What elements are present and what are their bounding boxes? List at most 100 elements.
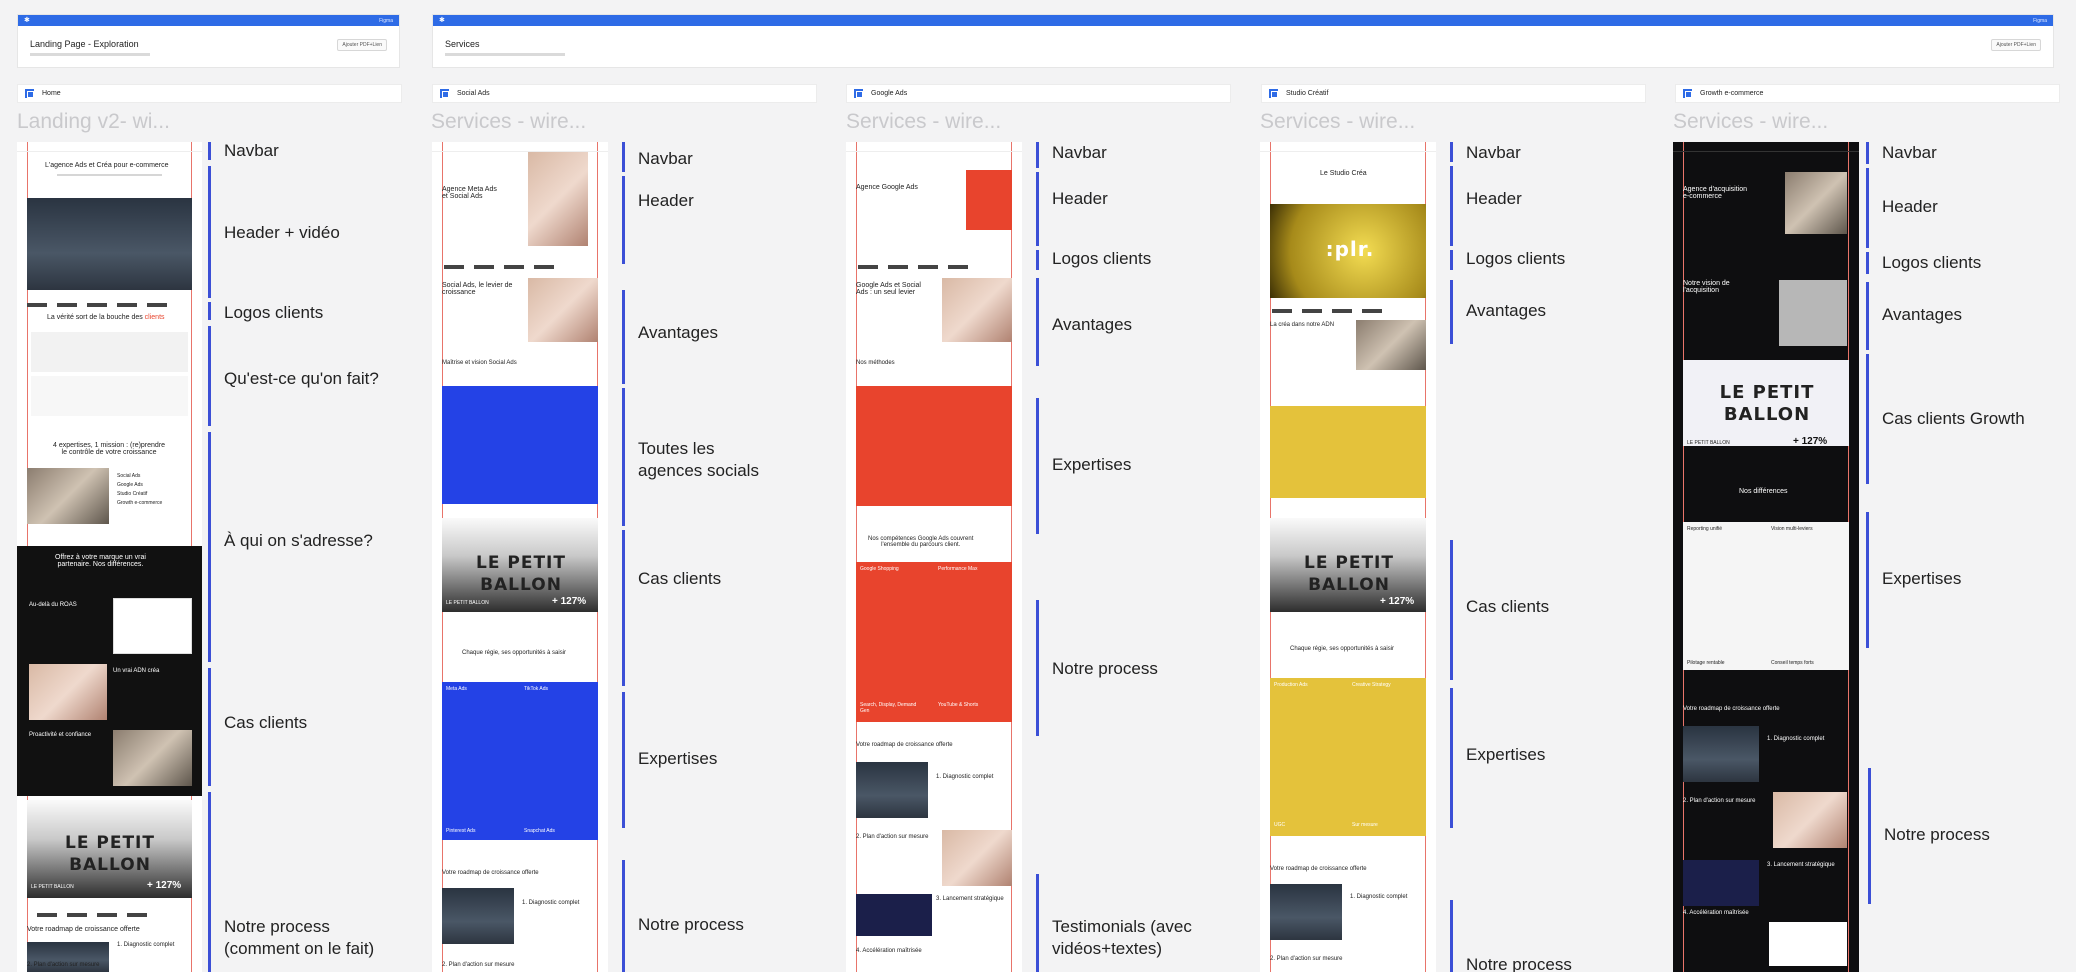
wireframe-studio[interactable]: Le Studio Créa :plr. La créa dans notre … <box>1260 142 1436 972</box>
step-photo <box>1773 792 1847 848</box>
hero-title: L'agence Ads et Créa pour e-commerce <box>45 162 169 169</box>
frame-title[interactable]: Services - wire... <box>431 110 586 134</box>
roadmap-title: Votre roadmap de croissance offerte <box>27 926 140 933</box>
section-mini-label: Figma <box>2033 18 2047 24</box>
tile-production[interactable]: Production Ads <box>1274 682 1308 688</box>
mission-title: 4 expertises, 1 mission : (re)prendre le… <box>53 442 166 456</box>
adn-photo <box>1356 320 1426 370</box>
tile-ugc[interactable]: UGC <box>1274 822 1285 828</box>
wireframe-social[interactable]: Agence Meta Ads et Social Ads Social Ads… <box>432 142 608 972</box>
step-4: 4. Accélération maîtrisée <box>856 948 922 954</box>
tile-pilotage[interactable]: Pilotage rentable <box>1687 660 1725 666</box>
hero-title: Le Studio Créa <box>1320 170 1367 177</box>
logo-strip <box>1272 300 1436 313</box>
wireframe-google[interactable]: Agence Google Ads Google Ads et Social A… <box>846 142 1022 972</box>
frame-icon <box>1683 89 1692 98</box>
step-2: 2. Plan d'action sur mesure <box>27 962 100 968</box>
tile-pinterest[interactable]: Pinterest Ads <box>446 828 475 834</box>
studio-brand: :plr. <box>1325 237 1375 261</box>
levier-photo <box>942 278 1012 342</box>
chart-card <box>113 598 192 654</box>
tile-search[interactable]: Search, Display, Demand Gen <box>860 702 916 714</box>
case-label: LE PETIT BALLON <box>1687 440 1730 446</box>
section-card-services[interactable]: ✱ Figma Services Ajouter PDF+Lien <box>432 14 2054 68</box>
frame-header-home[interactable]: Home <box>17 84 402 103</box>
tile-snapchat[interactable]: Snapchat Ads <box>524 828 555 834</box>
studio-tiles <box>1270 678 1426 836</box>
tile-sur-mesure[interactable]: Sur mesure <box>1352 822 1378 828</box>
reviews-grid <box>31 376 188 416</box>
navbar[interactable] <box>17 144 202 152</box>
frame-header-studio[interactable]: Studio Créatif <box>1261 84 1646 103</box>
frame-title[interactable]: Landing v2- wi... <box>17 110 170 134</box>
hero-title: Agence Google Ads <box>856 184 918 191</box>
frame-title[interactable]: Services - wire... <box>846 110 1001 134</box>
tile-pmax[interactable]: Performance Max <box>938 566 977 572</box>
levier-title: Social Ads, le levier de croissance <box>442 282 513 296</box>
wireframe-home[interactable]: L'agence Ads et Créa pour e-commerce La … <box>17 142 202 972</box>
case-stat: + 127% <box>147 880 182 891</box>
step-photo <box>1270 884 1342 940</box>
google-tiles <box>856 562 1012 722</box>
proactivite-title: Proactivité et confiance <box>29 732 92 738</box>
frame-header-social[interactable]: Social Ads <box>432 84 817 103</box>
adn-title: La créa dans notre ADN <box>1270 322 1335 328</box>
frame-header-growth[interactable]: Growth e-commerce <box>1675 84 2060 103</box>
tile-shopping[interactable]: Google Shopping <box>860 566 899 572</box>
regie-title: Chaque régie, ses opportunités à saisir <box>462 650 567 656</box>
agencies-grid <box>442 386 598 504</box>
roadmap-title: Votre roadmap de croissance offerte <box>442 870 539 876</box>
case-stat: + 127% <box>1793 436 1828 447</box>
hero-visual <box>966 170 1012 230</box>
hero-video[interactable] <box>27 198 192 290</box>
navbar[interactable] <box>432 144 608 152</box>
section-bar: ✱ Figma <box>18 15 399 26</box>
regie-title: Chaque régie, ses opportunités à saisir <box>1290 646 1395 652</box>
tile-youtube[interactable]: YouTube & Shorts <box>938 702 978 708</box>
section-subtitle <box>30 53 150 56</box>
navbar[interactable] <box>1673 144 1859 152</box>
roadmap-title: Votre roadmap de croissance offerte <box>1270 866 1367 872</box>
section-card-landing[interactable]: ✱ Figma Landing Page - Exploration Ajoute… <box>17 14 400 68</box>
bouche-title: La vérité sort de la bouche des clients <box>47 314 165 321</box>
frame-header-google[interactable]: Google Ads <box>846 84 1231 103</box>
step-photo <box>442 888 514 944</box>
case-label: LE PETIT BALLON <box>446 600 489 606</box>
adn-title: Un vrai ADN créa <box>113 668 160 674</box>
frame-title[interactable]: Services - wire... <box>1260 110 1415 134</box>
frame-icon <box>854 89 863 98</box>
step-photo <box>942 830 1012 886</box>
step-2: 2. Plan d'action sur mesure <box>442 962 515 968</box>
navbar[interactable] <box>1260 144 1436 152</box>
hero-title: Agence d'acquisition e-commerce <box>1683 186 1747 200</box>
step-1: 1. Diagnostic complet <box>1350 894 1408 900</box>
tile-meta[interactable]: Meta Ads <box>446 686 467 692</box>
section-bar: ✱ Figma <box>433 15 2053 26</box>
hero-visual <box>1785 172 1847 234</box>
vision-title: Maîtrise et vision Social Ads <box>442 360 517 366</box>
vision-title: Notre vision de l'acquisition <box>1683 280 1730 294</box>
wireframe-growth[interactable]: Agence d'acquisition e-commerce Notre vi… <box>1673 142 1859 972</box>
case-stat: + 127% <box>552 596 587 607</box>
frame-title[interactable]: Services - wire... <box>1673 110 1828 134</box>
section-mini-label: Figma <box>379 18 393 24</box>
frame-icon <box>440 89 449 98</box>
tile-vision[interactable]: Vision multi-leviers <box>1771 526 1813 532</box>
tile-strategy[interactable]: Creative Strategy <box>1352 682 1391 688</box>
step-1: 1. Diagnostic complet <box>1767 736 1825 742</box>
navbar[interactable] <box>846 144 1022 152</box>
step-dashboard <box>856 894 932 936</box>
frame-name: Studio Créatif <box>1286 90 1329 97</box>
section-pill-button[interactable]: Ajouter PDF+Lien <box>1991 39 2041 51</box>
tile-tiktok[interactable]: TikTok Ads <box>524 686 548 692</box>
tile-reporting[interactable]: Reporting unifié <box>1687 526 1722 532</box>
step-1: 1. Diagnostic complet <box>522 900 580 906</box>
dark-title: Offrez à votre marque un vrai partenaire… <box>55 554 146 568</box>
tile-conseil[interactable]: Conseil temps forts <box>1771 660 1814 666</box>
logo-strip <box>37 904 202 917</box>
services-list: Social Ads Google Ads Studio Créatif Gro… <box>117 473 163 506</box>
step-photo <box>856 762 928 818</box>
section-pill-button[interactable]: Ajouter PDF+Lien <box>337 39 387 51</box>
step-3: 3. Lancement stratégique <box>1767 862 1835 868</box>
case-brand: LE PETIT BALLON <box>1304 553 1394 595</box>
